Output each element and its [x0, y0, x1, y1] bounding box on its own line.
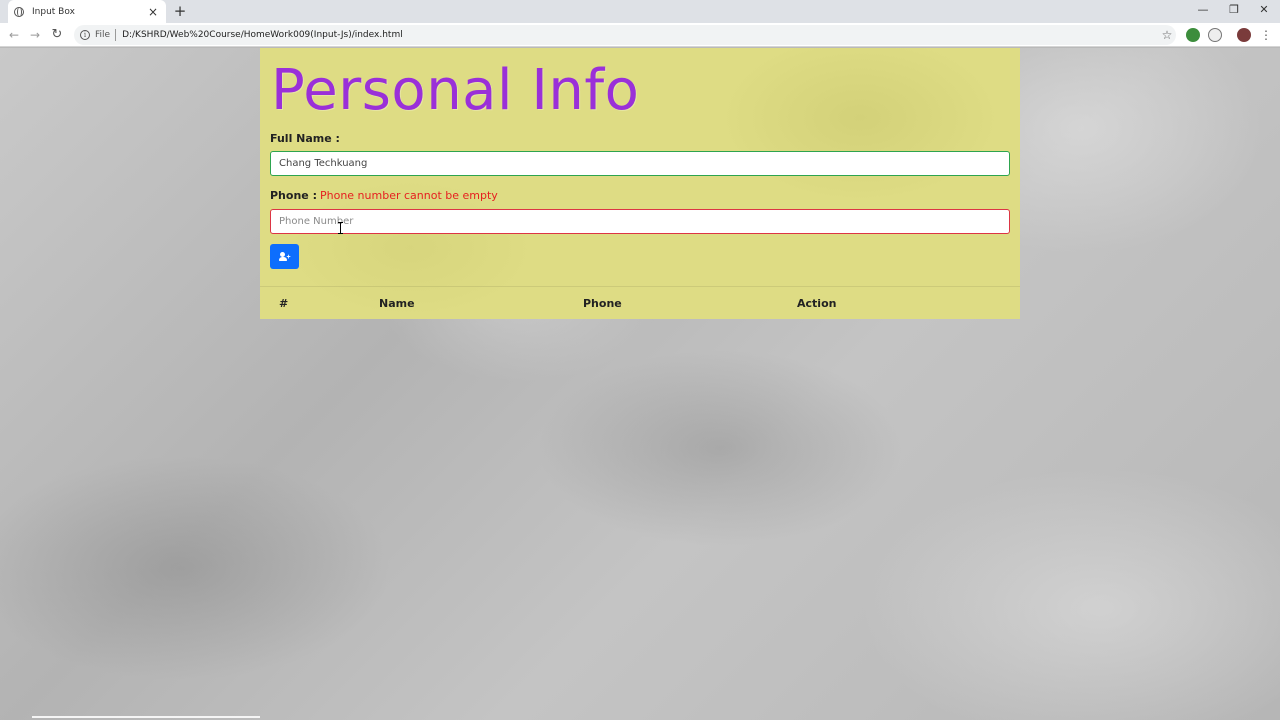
- full-name-input[interactable]: [270, 151, 1010, 176]
- add-user-button[interactable]: +: [270, 244, 299, 269]
- extension-icon[interactable]: [1186, 28, 1200, 42]
- window-close-button[interactable]: ✕: [1249, 0, 1279, 20]
- address-bar[interactable]: i File D:/KSHRD/Web%20Course/HomeWork009…: [74, 25, 1176, 45]
- table-header-phone: Phone: [583, 297, 622, 310]
- page-title: Personal Info: [271, 58, 640, 123]
- table-header-action: Action: [797, 297, 837, 310]
- browser-tab[interactable]: Input Box ×: [8, 0, 166, 23]
- user-plus-icon: +: [278, 251, 291, 262]
- globe-icon: [14, 6, 24, 17]
- page-viewport: Personal Info Full Name : Phone :Phone n…: [0, 48, 1280, 720]
- phone-label: Phone : Phone number cannot be empty: [270, 189, 498, 202]
- url-separator: [115, 29, 117, 41]
- table-header-index: #: [279, 297, 289, 310]
- reload-icon[interactable]: ↻: [48, 26, 66, 44]
- phone-error-message: Phone number cannot be empty: [319, 189, 498, 202]
- restore-button[interactable]: ❐: [1219, 0, 1249, 20]
- info-icon[interactable]: i: [80, 30, 90, 40]
- url-text[interactable]: D:/KSHRD/Web%20Course/HomeWork009(Input-…: [122, 30, 1158, 40]
- url-scheme: File: [95, 30, 111, 40]
- full-name-label: Full Name :: [270, 132, 340, 145]
- table-header-name: Name: [379, 297, 415, 310]
- horizontal-scrollbar[interactable]: [32, 716, 260, 718]
- browser-menu-icon[interactable]: ⋮: [1260, 27, 1272, 43]
- tab-close-icon[interactable]: ×: [146, 5, 160, 19]
- full-name-label-text: Full Name :: [270, 132, 340, 145]
- table-header-row: # Name Phone Action: [260, 286, 1020, 319]
- new-tab-button[interactable]: +: [172, 3, 188, 19]
- extension-shield-icon[interactable]: [1208, 28, 1222, 42]
- browser-tab-bar: Input Box × + — ❐ ✕: [0, 0, 1280, 23]
- forward-arrow-icon[interactable]: →: [26, 26, 44, 44]
- phone-label-text: Phone :: [270, 189, 317, 202]
- browser-toolbar: ← → ↻ i File D:/KSHRD/Web%20Course/HomeW…: [0, 23, 1280, 47]
- text-cursor-icon: [338, 222, 343, 234]
- personal-info-card: Personal Info Full Name : Phone :Phone n…: [260, 48, 1020, 319]
- minimize-button[interactable]: —: [1188, 0, 1218, 20]
- phone-input[interactable]: [270, 209, 1010, 234]
- back-arrow-icon[interactable]: ←: [5, 26, 23, 44]
- profile-avatar[interactable]: [1237, 28, 1251, 42]
- bookmark-star-icon[interactable]: ☆: [1158, 28, 1176, 42]
- tab-title: Input Box: [32, 6, 75, 17]
